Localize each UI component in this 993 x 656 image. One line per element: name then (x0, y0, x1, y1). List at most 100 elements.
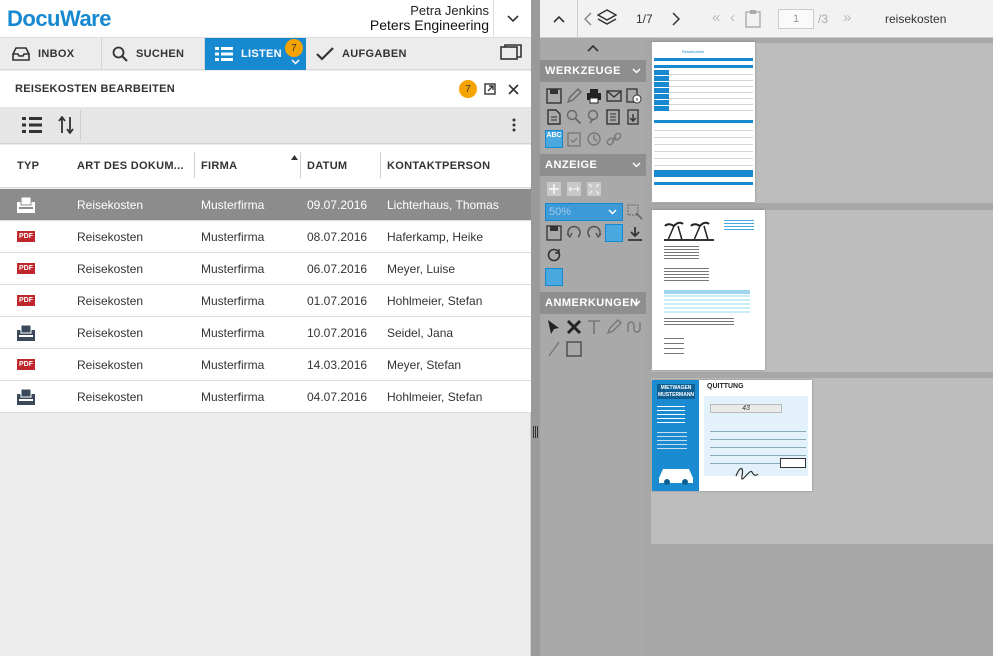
windows-icon[interactable] (500, 44, 522, 64)
col-divider[interactable] (300, 152, 301, 178)
tools-section-header[interactable]: WERKZEUGE (540, 60, 646, 82)
pdf-icon: PDF (17, 295, 35, 306)
link-icon[interactable] (606, 131, 622, 147)
first-page-icon[interactable]: « (712, 9, 720, 26)
rectangle-icon[interactable] (566, 341, 582, 357)
panel-splitter[interactable] (531, 0, 540, 656)
palm-tree-logo-icon (664, 218, 714, 242)
user-company: Peters Engineering (369, 17, 489, 33)
prev-doc-icon[interactable] (584, 12, 592, 26)
receipt-brand: MIETWAGEN MUSTERMANN (657, 384, 695, 399)
annotation-toggle-icon[interactable] (545, 268, 563, 286)
rotate-left-icon[interactable] (566, 225, 582, 241)
cross-stamp-icon[interactable] (566, 319, 582, 335)
col-divider[interactable] (194, 152, 195, 178)
zoom-select[interactable]: 50% (545, 203, 623, 221)
page-thumbnail-2[interactable] (652, 210, 765, 370)
table-row[interactable]: PDF Reisekosten Musterfirma 08.07.2016 Hafer… (0, 221, 531, 253)
tab-suchen-label: SUCHEN (136, 48, 185, 60)
prev-page-icon[interactable]: ‹ (730, 9, 735, 26)
download-icon[interactable] (626, 109, 642, 125)
table-row[interactable]: Reisekosten Musterfirma 10.07.2016 Seidel, … (0, 317, 531, 349)
docuware-logo[interactable]: DocuWare (7, 6, 111, 32)
user-menu-chevron-icon[interactable] (493, 0, 531, 38)
text-annotation-icon[interactable] (586, 319, 602, 335)
magnify-icon[interactable] (566, 109, 582, 125)
table-row[interactable]: Reisekosten Musterfirma 04.07.2016 Hohlmeie… (0, 381, 531, 413)
tab-inbox[interactable]: INBOX (0, 38, 102, 70)
print-icon[interactable] (586, 88, 602, 104)
collapse-up-icon[interactable] (540, 0, 578, 38)
next-page-icon[interactable]: » (843, 9, 851, 26)
cell-art: Reisekosten (77, 262, 144, 276)
listen-dropdown-icon[interactable] (291, 59, 300, 65)
rotate-right-icon[interactable] (586, 225, 602, 241)
doc-position: 1/7 (636, 12, 653, 26)
zoom-area-icon[interactable] (627, 204, 643, 220)
cell-art: Reisekosten (77, 230, 144, 244)
col-kontakt[interactable]: KONTAKTPERSON (387, 160, 490, 172)
annotations-section-header[interactable]: ANMERKUNGEN (540, 292, 646, 314)
refresh-icon[interactable] (546, 247, 562, 263)
chevron-down-icon (608, 209, 617, 215)
collapse-tools-icon[interactable] (587, 44, 599, 52)
form-section-bar (654, 65, 753, 68)
document-icon[interactable] (546, 109, 562, 125)
document-info-icon[interactable] (626, 88, 642, 104)
more-options-icon[interactable] (512, 118, 516, 132)
save-icon[interactable] (546, 88, 562, 104)
email-icon[interactable] (606, 88, 622, 104)
page-thumbnail-3[interactable]: MIETWAGEN MUSTERMANN QUITTUNG 43 (652, 380, 812, 491)
list-title: REISEKOSTEN BEARBEITEN (15, 83, 176, 95)
page-input[interactable]: 1 (778, 9, 814, 29)
sort-icon[interactable] (58, 116, 74, 134)
clipboard-icon[interactable] (745, 9, 761, 28)
col-typ[interactable]: TYP (17, 160, 39, 172)
cell-art: Reisekosten (77, 294, 144, 308)
col-datum[interactable]: DATUM (307, 160, 347, 172)
marker-icon[interactable] (606, 319, 622, 335)
fit-width-icon[interactable] (566, 181, 582, 197)
edit-pencil-icon[interactable] (566, 88, 582, 104)
form-table-bar (654, 120, 753, 123)
ocr-abc-icon[interactable]: ABC (545, 130, 563, 148)
column-list-icon[interactable] (22, 116, 42, 134)
zoom-in-icon[interactable] (546, 181, 562, 197)
close-icon[interactable] (508, 84, 519, 95)
pointer-icon[interactable] (546, 319, 562, 335)
document-tray-icon (17, 324, 35, 341)
col-divider[interactable] (380, 152, 381, 178)
layers-icon[interactable] (597, 9, 617, 27)
page-thumbnail-1[interactable]: Reisekosten (652, 42, 755, 202)
user-info[interactable]: Petra Jenkins Peters Engineering (369, 4, 489, 33)
display-section-header[interactable]: ANZEIGE (540, 154, 646, 176)
table-row[interactable]: Reisekosten Musterfirma 09.07.2016 Lichterh… (0, 189, 531, 221)
freehand-icon[interactable] (626, 319, 642, 335)
search-text-icon[interactable] (586, 109, 602, 125)
fit-page-icon[interactable] (586, 181, 602, 197)
search-icon (112, 46, 128, 62)
clipboard-check-icon[interactable] (566, 131, 582, 147)
tab-listen[interactable]: LISTEN 7 (205, 38, 306, 70)
next-doc-icon[interactable] (672, 12, 680, 26)
page-save-icon[interactable] (546, 225, 562, 241)
col-art[interactable]: ART DES DOKUM... (77, 160, 184, 172)
tab-aufgaben[interactable]: AUFGABEN (306, 38, 414, 70)
table-row[interactable]: PDF Reisekosten Musterfirma 14.03.2016 Meyer… (0, 349, 531, 381)
invoice-address (724, 220, 754, 230)
page-down-icon[interactable] (627, 225, 643, 241)
text-layer-icon[interactable] (606, 109, 622, 125)
car-icon (659, 469, 693, 485)
display-section-label: ANZEIGE (545, 159, 598, 171)
popout-icon[interactable] (484, 83, 496, 95)
line-icon[interactable] (546, 341, 562, 357)
col-firma[interactable]: FIRMA (201, 160, 237, 172)
tab-suchen[interactable]: SUCHEN (102, 38, 205, 70)
table-row[interactable]: PDF Reisekosten Musterfirma 01.07.2016 Hohlm… (0, 285, 531, 317)
table-row[interactable]: PDF Reisekosten Musterfirma 06.07.2016 Meyer… (0, 253, 531, 285)
history-icon[interactable] (586, 131, 602, 147)
inbox-icon (12, 47, 30, 61)
pan-tool-icon[interactable] (605, 224, 623, 242)
document-list-panel: DocuWare Petra Jenkins Peters Engineerin… (0, 0, 531, 656)
splitter-grip-icon[interactable] (533, 426, 538, 438)
